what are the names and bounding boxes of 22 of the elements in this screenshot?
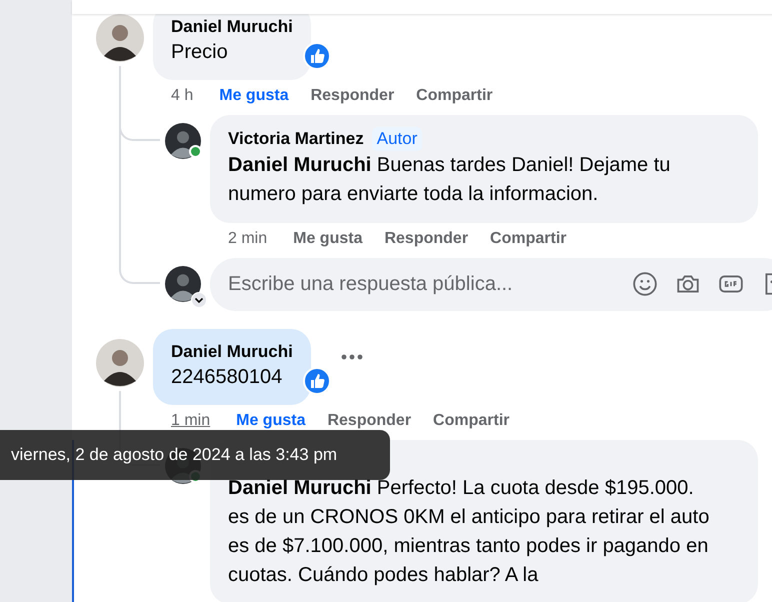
author-name[interactable]: Victoria Martinez — [228, 128, 364, 150]
action-link[interactable]: Compartir — [433, 412, 510, 430]
comment-text: Precio — [171, 40, 229, 65]
action-link[interactable]: Responder — [384, 230, 468, 248]
action-link[interactable]: Compartir — [416, 87, 493, 105]
action-link[interactable]: Me gusta — [219, 87, 289, 105]
timestamp-link[interactable]: 2 min — [228, 230, 268, 248]
timestamp-link[interactable]: 4 h — [171, 87, 194, 105]
tooltip-text: viernes, 2 de agosto de 2024 a las 3:43 pm — [11, 445, 338, 465]
author-name[interactable]: Daniel Muruchi — [171, 16, 293, 38]
reply-text: Daniel Muruchi Perfecto! La cuota desde $195.000. es de un CRONOS 0KM el anticipo para retirar el auto es de $7.100.000, mientras tanto podes ir pagando en cuotas. Cuándo podes hablar? A la — [228, 476, 710, 588]
action-link[interactable]: Responder — [327, 412, 412, 430]
action-link[interactable]: Compartir — [490, 230, 566, 248]
comment-text: 2246580104 — [171, 365, 284, 390]
action-link[interactable]: Me gusta — [236, 412, 306, 430]
action-link[interactable]: Me gusta — [293, 230, 362, 248]
author-badge: Autor — [372, 127, 422, 151]
author-name[interactable]: Daniel Muruchi — [171, 341, 293, 363]
timestamp-link[interactable]: 1 min — [171, 412, 210, 430]
reply-text: Daniel Muruchi Buenas tardes Daniel! Dejame tu numero para enviarte toda la informacion. — [228, 153, 672, 207]
reply-field[interactable]: Escribe una respuesta pública... — [210, 258, 772, 311]
action-link[interactable]: Responder — [310, 87, 394, 105]
